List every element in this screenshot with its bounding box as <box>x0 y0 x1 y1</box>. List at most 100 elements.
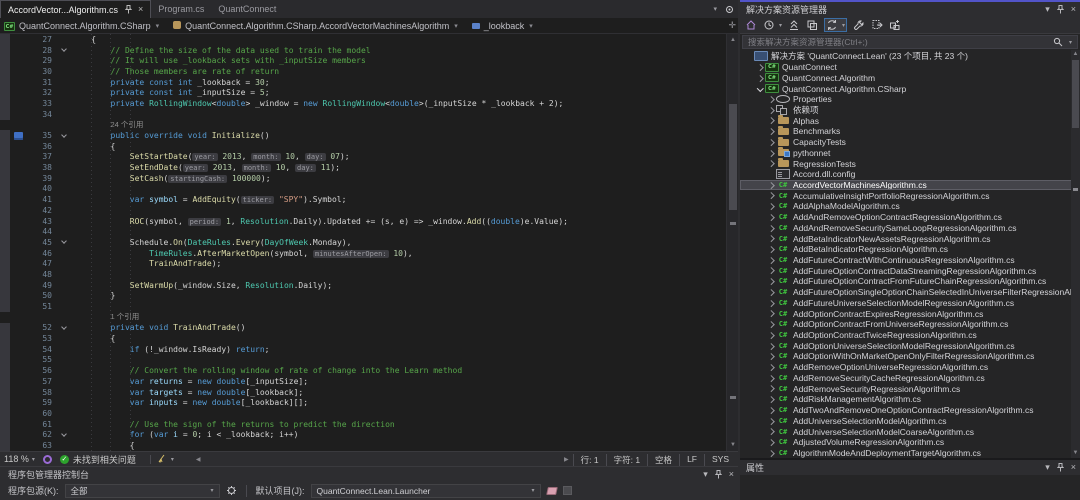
tree-item[interactable]: C# AddRiskManagementAlgorithm.cs <box>740 394 1080 405</box>
scroll-up-icon[interactable]: ▲ <box>1071 50 1080 59</box>
expander-icon[interactable] <box>766 129 776 134</box>
expander-icon[interactable] <box>766 204 776 209</box>
code-cleanup-broom-icon[interactable]: ▾ <box>157 454 174 464</box>
scrollbar-thumb[interactable] <box>1072 60 1079 128</box>
expander-icon[interactable] <box>766 290 776 295</box>
status-item[interactable]: SYS <box>703 453 736 466</box>
expander-icon[interactable] <box>766 344 776 349</box>
tree-item[interactable]: C# AddRemoveOptionUniverseRegressionAlgor… <box>740 362 1080 373</box>
code-line-55[interactable]: 55 <box>0 354 726 366</box>
code-line-51[interactable]: 51 <box>0 301 726 312</box>
tree-item[interactable]: Properties <box>740 94 1080 105</box>
tab-program-cs[interactable]: Program.cs <box>151 0 211 18</box>
show-all-files-icon[interactable] <box>871 19 883 31</box>
tree-item[interactable]: C# AlgorithmModeAndDeploymentTargetAlgori… <box>740 448 1080 459</box>
tree-item[interactable]: C# AddOptionContractFromUniverseRegressio… <box>740 319 1080 330</box>
expander-icon[interactable] <box>755 65 765 70</box>
expander-icon[interactable] <box>766 226 776 231</box>
package-source-settings-gear-icon[interactable] <box>226 485 237 496</box>
vertical-scrollbar[interactable]: ▲ ▼ <box>726 34 738 451</box>
code-area[interactable]: 27 {28 // Define the size of the data us… <box>0 34 726 451</box>
no-issues-indicator[interactable]: ✓ 未找到相关问题 <box>59 453 136 466</box>
code-line-45[interactable]: 45 Schedule.On(DateRules.Every(DayOfWeek… <box>0 237 726 248</box>
code-line-63[interactable]: 63 { <box>0 440 726 451</box>
codelens-references[interactable]: 24 个引用 <box>0 120 726 131</box>
code-line-44[interactable]: 44 <box>0 226 726 238</box>
codelens-references[interactable]: 1 个引用 <box>0 312 726 323</box>
expander-icon[interactable] <box>766 311 776 316</box>
expander-icon[interactable] <box>766 236 776 241</box>
expander-icon[interactable] <box>766 193 776 198</box>
code-line-38[interactable]: 38 SetEndDate(year: 2013, month: 10, day… <box>0 162 726 173</box>
tree-item[interactable]: C# AddAndRemoveSecuritySameLoopRegression… <box>740 223 1080 234</box>
code-line-61[interactable]: 61 // Use the sign of the returns to pre… <box>0 418 726 430</box>
status-item[interactable]: 字符: 1 <box>605 453 647 466</box>
code-line-53[interactable]: 53 { <box>0 333 726 344</box>
code-line-35[interactable]: 35 public override void Initialize() <box>0 130 726 141</box>
expander-icon[interactable] <box>766 258 776 263</box>
code-line-37[interactable]: 37 SetStartDate(year: 2013, month: 10, d… <box>0 151 726 163</box>
tree-item[interactable]: Accord.dll.config <box>740 169 1080 180</box>
expander-icon[interactable] <box>766 451 776 456</box>
code-line-32[interactable]: 32 private const int _inputSize = 5; <box>0 87 726 99</box>
tree-item[interactable]: C# AddUniverseSelectionModelCoarseAlgorit… <box>740 426 1080 437</box>
document-dropdown-icon[interactable]: ▾ <box>713 5 717 13</box>
type-dropdown[interactable]: QuantConnect.Algorithm.CSharp.AccordVect… <box>173 20 458 31</box>
window-position-icon[interactable]: ▾ <box>703 469 708 479</box>
tab-quantconnect[interactable]: QuantConnect <box>211 0 283 18</box>
code-line-56[interactable]: 56 // Convert the rolling window of rate… <box>0 365 726 376</box>
expander-icon[interactable] <box>766 279 776 284</box>
tree-item[interactable]: C# AddRemoveSecurityCacheRegressionAlgori… <box>740 373 1080 384</box>
fold-chevron-icon[interactable] <box>61 46 67 52</box>
code-line-60[interactable]: 60 <box>0 408 726 419</box>
package-manager-console-titlebar[interactable]: 程序包管理器控制台 ▾ × <box>0 466 738 481</box>
code-line-54[interactable]: 54 if (!_window.IsReady) return; <box>0 343 726 355</box>
tree-item[interactable]: C# AddTwoAndRemoveOneOptionContractRegres… <box>740 405 1080 416</box>
sync-with-active-document-icon[interactable]: ▾ <box>824 18 848 32</box>
expander-icon[interactable] <box>755 86 765 91</box>
expander-icon[interactable] <box>766 247 776 252</box>
code-line-49[interactable]: 49 SetWarmUp(_window.Size, Resolution.Da… <box>0 279 726 291</box>
scroll-up-icon[interactable]: ▲ <box>727 35 738 45</box>
status-item[interactable]: 行: 1 <box>572 453 606 466</box>
tree-scrollbar[interactable]: ▲ ▼ <box>1071 50 1080 459</box>
code-line-31[interactable]: 31 private const int _lookback = 30; <box>0 76 726 88</box>
expander-icon[interactable] <box>766 322 776 327</box>
code-line-42[interactable]: 42 <box>0 205 726 216</box>
tree-item[interactable]: C# AddAlphaModelAlgorithm.cs <box>740 201 1080 212</box>
split-editor-handle[interactable]: ✛ <box>728 20 736 31</box>
code-line-48[interactable]: 48 <box>0 269 726 280</box>
switch-views-icon[interactable] <box>745 19 757 31</box>
tree-item[interactable]: RegressionTests <box>740 158 1080 169</box>
code-line-30[interactable]: 30 // Those members are rate of return <box>0 66 726 77</box>
properties-titlebar[interactable]: 属性 ▾ × <box>740 460 1080 476</box>
code-line-34[interactable]: 34 <box>0 108 726 120</box>
code-line-28[interactable]: 28 // Define the size of the data used t… <box>0 44 726 56</box>
fold-chevron-icon[interactable] <box>61 131 67 138</box>
pending-changes-filter-icon[interactable]: ▾ <box>763 19 782 31</box>
expander-icon[interactable] <box>766 354 776 359</box>
tree-item[interactable]: C# AddOptionContractTwiceRegressionAlgori… <box>740 330 1080 341</box>
expander-icon[interactable] <box>766 140 776 145</box>
editor-options-icon[interactable] <box>725 5 734 14</box>
code-line-47[interactable]: 47 TrainAndTrade); <box>0 258 726 270</box>
tree-item[interactable]: C# AddAndRemoveOptionContractRegressionAl… <box>740 212 1080 223</box>
stop-icon[interactable] <box>562 486 572 495</box>
expander-icon[interactable] <box>766 419 776 424</box>
tree-item[interactable]: Alphas <box>740 115 1080 126</box>
tree-item[interactable]: C# AddOptionWithOnMarketOpenOnlyFilterReg… <box>740 351 1080 362</box>
pin-icon[interactable] <box>714 469 722 479</box>
collapse-all-icon[interactable] <box>788 19 800 31</box>
close-icon[interactable]: × <box>729 469 734 479</box>
scroll-down-icon[interactable]: ▼ <box>1071 449 1080 458</box>
tree-item[interactable]: C# AddOptionContractExpiresRegressionAlgo… <box>740 308 1080 319</box>
expander-icon[interactable] <box>766 397 776 402</box>
solution-explorer-titlebar[interactable]: 解决方案资源管理器 ▾ × <box>740 2 1080 17</box>
close-icon[interactable]: × <box>1071 5 1076 14</box>
code-line-39[interactable]: 39 SetCash(startingCash: 100000); <box>0 172 726 184</box>
expander-icon[interactable] <box>766 333 776 338</box>
pin-icon[interactable] <box>1056 463 1064 472</box>
fold-chevron-icon[interactable] <box>61 238 67 245</box>
hscroll-right-icon[interactable]: ▶ <box>564 456 569 463</box>
expander-icon[interactable] <box>766 118 776 123</box>
